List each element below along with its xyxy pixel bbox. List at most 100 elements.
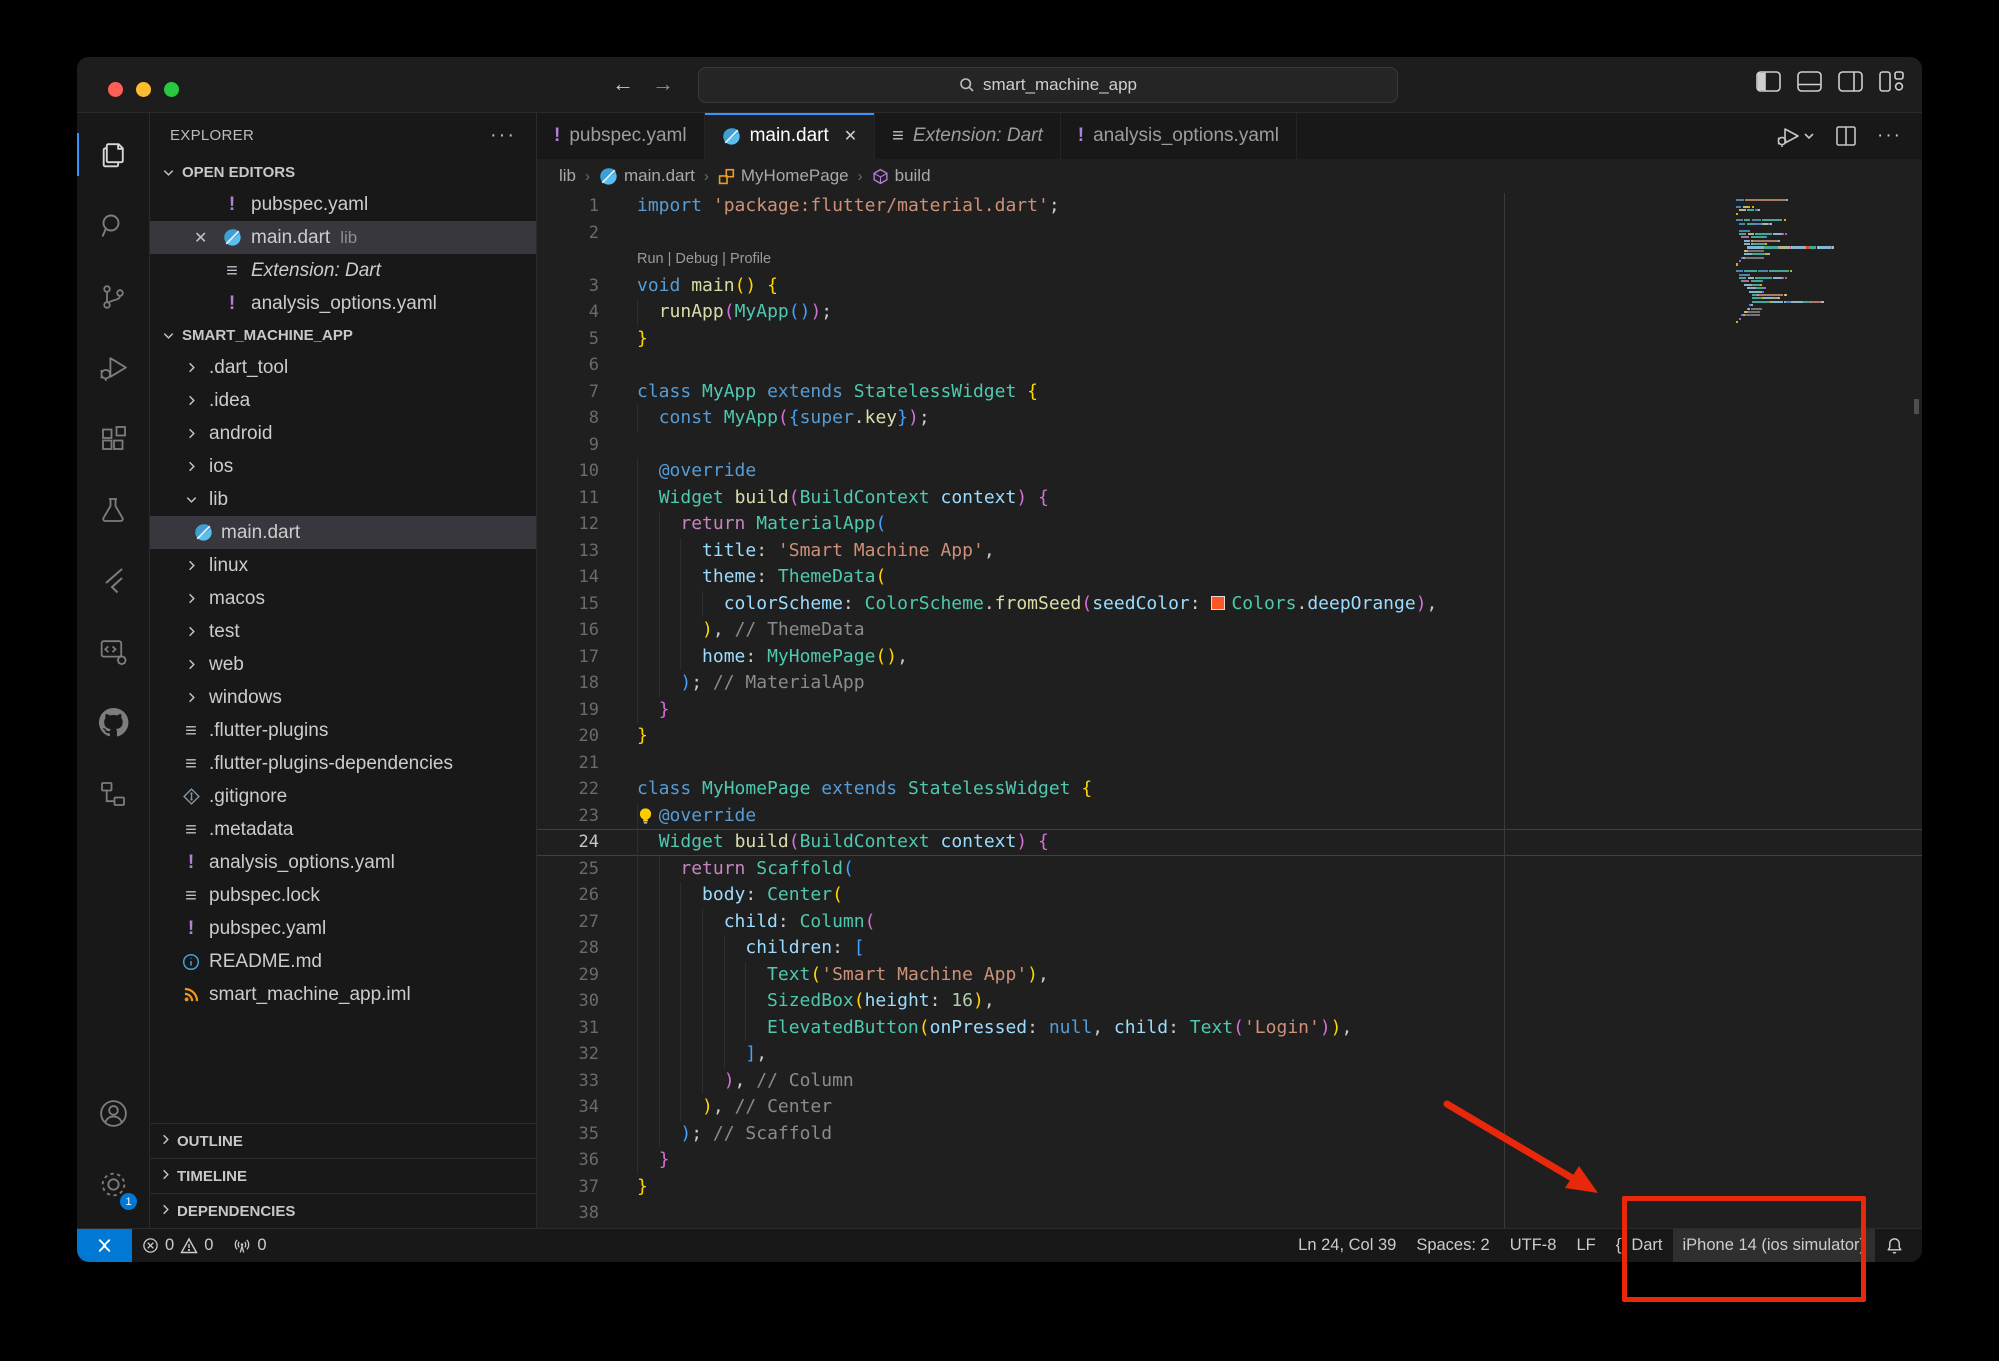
line-number[interactable]: 17 xyxy=(537,644,599,671)
run-debug-dropdown[interactable] xyxy=(1776,124,1815,148)
language-mode[interactable]: {} Dart xyxy=(1606,1229,1673,1262)
tree-folder-test[interactable]: test xyxy=(150,615,536,648)
line-number[interactable]: 19 xyxy=(537,697,599,724)
tree-file-smart_machine_app.iml[interactable]: smart_machine_app.iml xyxy=(150,978,536,1011)
line-number[interactable]: 38 xyxy=(537,1200,599,1227)
tree-file-.flutter-plugins-dependencies[interactable]: ≡.flutter-plugins-dependencies xyxy=(150,747,536,780)
macos-close-button[interactable] xyxy=(108,82,123,97)
tree-file-pubspec.yaml[interactable]: !pubspec.yaml xyxy=(150,912,536,945)
code-line-20[interactable]: 20} xyxy=(537,723,1922,750)
problems-status[interactable]: 0 0 xyxy=(132,1229,223,1262)
close-editor-icon[interactable]: ✕ xyxy=(194,228,220,248)
tree-folder-android[interactable]: android xyxy=(150,417,536,450)
line-number[interactable]: 31 xyxy=(537,1015,599,1042)
open-editor-pubspec.yaml[interactable]: !pubspec.yaml xyxy=(150,188,536,221)
activity-item-testing[interactable] xyxy=(77,474,149,545)
code-line-13[interactable]: 13 title: 'Smart Machine App', xyxy=(537,538,1922,565)
tree-file-pubspec.lock[interactable]: ≡pubspec.lock xyxy=(150,879,536,912)
tab-analysis_options.yaml[interactable]: !analysis_options.yaml xyxy=(1061,113,1297,159)
line-number[interactable]: 30 xyxy=(537,988,599,1015)
code-line-9[interactable]: 9 xyxy=(537,432,1922,459)
tree-folder-web[interactable]: web xyxy=(150,648,536,681)
line-number[interactable]: 5 xyxy=(537,326,599,353)
line-number[interactable]: 34 xyxy=(537,1094,599,1121)
tree-folder-lib[interactable]: lib xyxy=(150,483,536,516)
code-line-15[interactable]: 15 colorScheme: ColorScheme.fromSeed(see… xyxy=(537,591,1922,618)
line-number[interactable]: 7 xyxy=(537,379,599,406)
line-number[interactable]: 29 xyxy=(537,962,599,989)
line-number[interactable]: 12 xyxy=(537,511,599,538)
macos-maximize-button[interactable] xyxy=(164,82,179,97)
section-outline[interactable]: OUTLINE xyxy=(150,1123,536,1158)
toggle-secondary-sidebar-icon[interactable] xyxy=(1838,71,1863,92)
code-line-25[interactable]: 25 return Scaffold( xyxy=(537,856,1922,883)
tree-folder-.dart_tool[interactable]: .dart_tool xyxy=(150,351,536,384)
line-number[interactable]: 3 xyxy=(537,273,599,300)
line-number[interactable]: 15 xyxy=(537,591,599,618)
line-number[interactable]: 27 xyxy=(537,909,599,936)
code-line-29[interactable]: 29 Text('Smart Machine App'), xyxy=(537,962,1922,989)
open-editor-Extension: Dart[interactable]: ≡Extension: Dart xyxy=(150,254,536,287)
code-line-37[interactable]: 37} xyxy=(537,1174,1922,1201)
code-line-12[interactable]: 12 return MaterialApp( xyxy=(537,511,1922,538)
code-line-36[interactable]: 36 } xyxy=(537,1147,1922,1174)
code-line-32[interactable]: 32 ], xyxy=(537,1041,1922,1068)
activity-item-dart-code[interactable] xyxy=(77,616,149,687)
line-number[interactable]: 24 xyxy=(537,829,599,856)
line-number[interactable]: 13 xyxy=(537,538,599,565)
line-number[interactable]: 11 xyxy=(537,485,599,512)
code-line-18[interactable]: 18 ); // MaterialApp xyxy=(537,670,1922,697)
tree-file-.flutter-plugins[interactable]: ≡.flutter-plugins xyxy=(150,714,536,747)
activity-item-github[interactable] xyxy=(77,687,149,758)
line-number[interactable]: 33 xyxy=(537,1068,599,1095)
line-number[interactable]: 26 xyxy=(537,882,599,909)
command-center-search[interactable]: smart_machine_app xyxy=(698,67,1398,103)
cursor-position[interactable]: Ln 24, Col 39 xyxy=(1288,1229,1406,1262)
tab-pubspec.yaml[interactable]: !pubspec.yaml xyxy=(537,113,705,159)
minimap[interactable] xyxy=(1736,199,1858,328)
code-line-22[interactable]: 22class MyHomePage extends StatelessWidg… xyxy=(537,776,1922,803)
open-editor-analysis_options.yaml[interactable]: !analysis_options.yaml xyxy=(150,287,536,320)
explorer-actions-icon[interactable]: ··· xyxy=(490,124,516,147)
activity-item-run-debug[interactable] xyxy=(77,332,149,403)
line-number[interactable]: 35 xyxy=(537,1121,599,1148)
breadcrumb-item-main.dart[interactable]: main.dart xyxy=(599,166,695,186)
forward-arrow-icon[interactable]: → xyxy=(649,71,677,97)
line-number[interactable]: 25 xyxy=(537,856,599,883)
code-line-27[interactable]: 27 child: Column( xyxy=(537,909,1922,936)
code-editor[interactable]: 1import 'package:flutter/material.dart';… xyxy=(537,193,1922,1228)
code-line-2[interactable]: 2 xyxy=(537,220,1922,247)
line-number[interactable]: 6 xyxy=(537,352,599,379)
line-number[interactable]: 8 xyxy=(537,405,599,432)
toggle-panel-icon[interactable] xyxy=(1797,71,1822,92)
code-line-26[interactable]: 26 body: Center( xyxy=(537,882,1922,909)
line-number[interactable]: 18 xyxy=(537,670,599,697)
code-line-6[interactable]: 6 xyxy=(537,352,1922,379)
line-number[interactable]: 2 xyxy=(537,220,599,247)
line-number[interactable]: 1 xyxy=(537,193,599,220)
line-number[interactable]: 20 xyxy=(537,723,599,750)
activity-item-explorer[interactable] xyxy=(77,119,149,190)
code-line-11[interactable]: 11 Widget build(BuildContext context) { xyxy=(537,485,1922,512)
code-line-31[interactable]: 31 ElevatedButton(onPressed: null, child… xyxy=(537,1015,1922,1042)
activity-item-source-control[interactable] xyxy=(77,261,149,332)
tree-file-analysis_options.yaml[interactable]: !analysis_options.yaml xyxy=(150,846,536,879)
line-number[interactable]: 16 xyxy=(537,617,599,644)
remote-indicator[interactable] xyxy=(77,1229,132,1262)
line-number[interactable]: 10 xyxy=(537,458,599,485)
code-line-21[interactable]: 21 xyxy=(537,750,1922,777)
code-line-14[interactable]: 14 theme: ThemeData( xyxy=(537,564,1922,591)
code-line-28[interactable]: 28 children: [ xyxy=(537,935,1922,962)
code-line-5[interactable]: 5} xyxy=(537,326,1922,353)
code-line-16[interactable]: 16 ), // ThemeData xyxy=(537,617,1922,644)
activity-item-extensions[interactable] xyxy=(77,403,149,474)
line-number[interactable]: 14 xyxy=(537,564,599,591)
breadcrumb-item-MyHomePage[interactable]: MyHomePage xyxy=(718,166,849,186)
activity-item-search[interactable] xyxy=(77,190,149,261)
code-line-23[interactable]: 23 @override xyxy=(537,803,1922,830)
section-dependencies[interactable]: DEPENDENCIES xyxy=(150,1193,536,1228)
ports-status[interactable]: 0 xyxy=(223,1229,276,1262)
encoding[interactable]: UTF-8 xyxy=(1500,1229,1567,1262)
code-line-34[interactable]: 34 ), // Center xyxy=(537,1094,1922,1121)
code-line-10[interactable]: 10 @override xyxy=(537,458,1922,485)
